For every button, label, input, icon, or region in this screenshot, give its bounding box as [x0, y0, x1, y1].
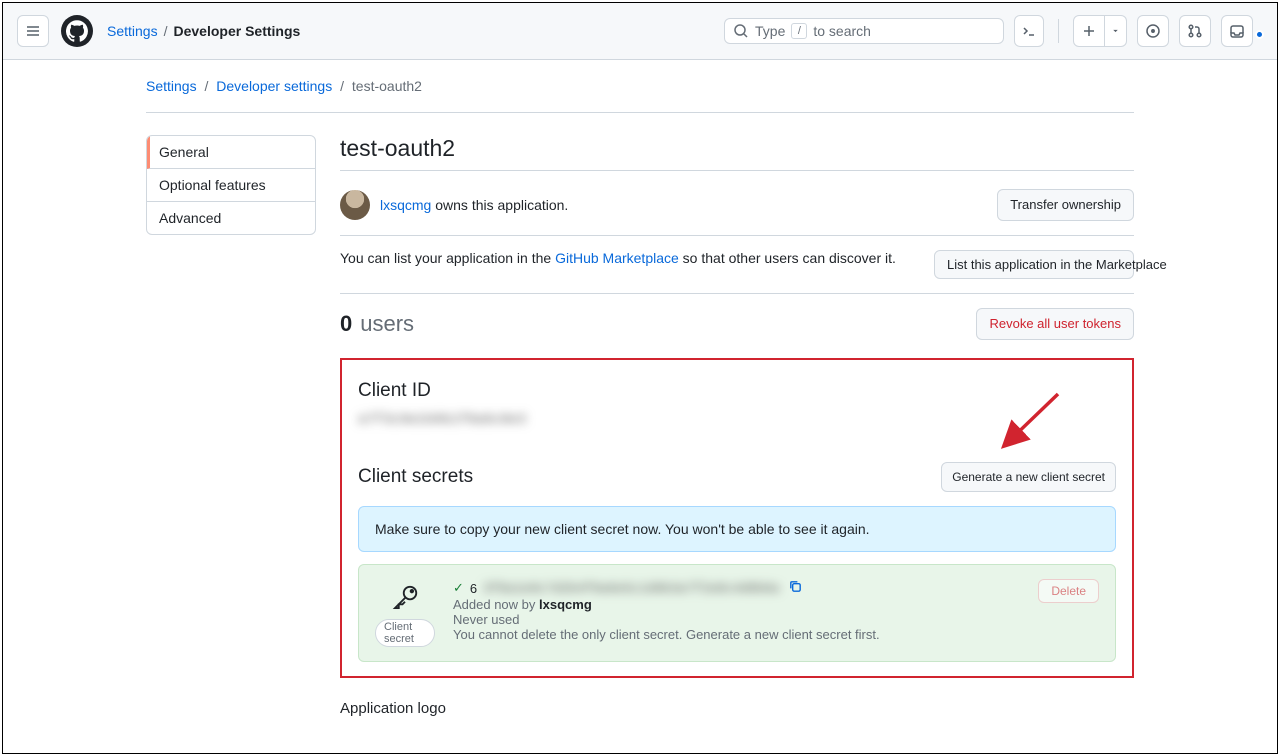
crumb-developer-settings[interactable]: Developer settings: [216, 78, 332, 94]
hamburger-button[interactable]: [17, 15, 49, 47]
nav-item-general[interactable]: General: [147, 136, 315, 169]
page-breadcrumb: Settings / Developer settings / test-oau…: [146, 78, 1134, 94]
github-icon: [66, 20, 88, 42]
inbox-icon: [1229, 23, 1245, 39]
command-palette-button[interactable]: [1014, 15, 1044, 47]
annotated-region: Client ID a7f3c9e2d4b1f8a6c0e3 Client se…: [340, 358, 1134, 678]
secret-cannot-delete: You cannot delete the only client secret…: [453, 627, 1020, 642]
secret-added-user: lxsqcmg: [539, 597, 592, 612]
marketplace-pre: You can list your application in the: [340, 250, 555, 266]
secret-masked: 3f8a1e9c7d2b4f0a6e5c1d9b3a7f2e8c4d0b6a: [483, 581, 779, 596]
marketplace-post: so that other users can discover it.: [679, 250, 896, 266]
crumb-current: test-oauth2: [352, 78, 422, 94]
key-icon: [390, 583, 420, 613]
create-new-group: [1073, 15, 1127, 47]
breadcrumb-separator: /: [164, 23, 168, 39]
client-id-value: a7f3c9e2d4b1f8a6c0e3: [358, 412, 1116, 428]
command-icon: [1021, 23, 1037, 39]
users-number: 0: [340, 311, 352, 337]
slash-key-icon: /: [791, 23, 807, 39]
crumb-settings[interactable]: Settings: [146, 78, 197, 94]
header-divider: [1058, 19, 1059, 43]
page-title: test-oauth2: [340, 135, 1134, 171]
users-label: users: [360, 311, 414, 337]
copy-secret-button[interactable]: [786, 579, 805, 597]
secret-added-text: Added now by lxsqcmg: [453, 597, 1020, 612]
pull-requests-button[interactable]: [1179, 15, 1211, 47]
transfer-ownership-button[interactable]: Transfer ownership: [997, 189, 1134, 221]
notifications-button[interactable]: [1221, 15, 1253, 47]
nav-item-advanced[interactable]: Advanced: [147, 202, 315, 234]
delete-secret-button[interactable]: Delete: [1038, 579, 1099, 603]
header-crumb-developer: Developer Settings: [173, 23, 300, 39]
owner-avatar: [340, 190, 370, 220]
users-count: 0 users: [340, 311, 964, 337]
checkmark-icon: ✓: [453, 580, 464, 596]
main-panel: test-oauth2 lxsqcmg owns this applicatio…: [340, 135, 1134, 717]
plus-icon: [1081, 23, 1097, 39]
hamburger-icon: [25, 23, 41, 39]
list-in-marketplace-button[interactable]: List this application in the Marketplace: [934, 250, 1134, 279]
marketplace-link[interactable]: GitHub Marketplace: [555, 250, 679, 266]
issues-button[interactable]: [1137, 15, 1169, 47]
search-placeholder-pre: Type: [755, 23, 785, 39]
header-breadcrumb: Settings / Developer Settings: [107, 23, 300, 39]
github-logo[interactable]: [61, 15, 93, 47]
notification-dot-icon: [1255, 30, 1264, 39]
secret-prefix: 6: [470, 581, 477, 596]
marketplace-text: You can list your application in the Git…: [340, 250, 922, 266]
header-crumb-settings[interactable]: Settings: [107, 23, 158, 39]
issue-icon: [1145, 23, 1161, 39]
secret-flash-message: Make sure to copy your new client secret…: [358, 506, 1116, 552]
secret-chip: Client secret: [375, 619, 435, 647]
copy-icon: [788, 579, 803, 594]
secret-never-used: Never used: [453, 612, 1020, 627]
secret-card: Client secret ✓ 6 3f8a1e9c7d2b4f0a6e5c1d9…: [358, 564, 1116, 662]
owner-link[interactable]: lxsqcmg: [380, 197, 431, 213]
revoke-tokens-button[interactable]: Revoke all user tokens: [976, 308, 1134, 340]
search-input[interactable]: Type / to search: [724, 18, 1004, 44]
client-id-heading: Client ID: [358, 380, 1116, 402]
chevron-down-icon: [1111, 23, 1120, 39]
nav-item-optional-features[interactable]: Optional features: [147, 169, 315, 202]
client-secrets-heading: Client secrets: [358, 466, 929, 488]
generate-secret-button[interactable]: Generate a new client secret: [941, 462, 1116, 492]
owner-suffix: owns this application.: [431, 197, 568, 213]
owner-text: lxsqcmg owns this application.: [380, 197, 568, 213]
pull-request-icon: [1187, 23, 1203, 39]
create-new-button[interactable]: [1073, 15, 1105, 47]
application-logo-heading: Application logo: [340, 700, 1134, 717]
side-nav: General Optional features Advanced: [146, 135, 316, 717]
app-header: Settings / Developer Settings Type / to …: [3, 3, 1277, 60]
header-separator: [146, 112, 1134, 113]
create-new-dropdown[interactable]: [1105, 15, 1127, 47]
search-icon: [733, 23, 749, 39]
search-placeholder-post: to search: [813, 23, 871, 39]
